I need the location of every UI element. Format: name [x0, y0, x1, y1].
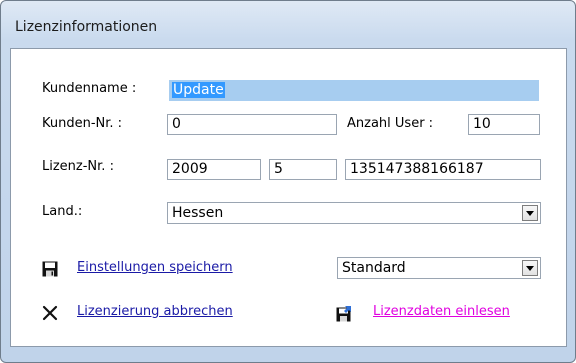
floppy-arrow-icon[interactable]	[336, 306, 352, 322]
lizenznr-label: Lizenz-Nr. :	[42, 159, 114, 174]
save-settings-link[interactable]: Einstellungen speichern	[77, 260, 233, 275]
kundenname-input[interactable]: Update	[169, 80, 539, 101]
read-license-data-link[interactable]: Lizenzdaten einlesen	[373, 304, 510, 319]
profile-dropdown-button[interactable]	[522, 260, 538, 276]
license-panel: Kundenname : Update Kunden-Nr. : 0 Anzah…	[10, 48, 567, 347]
lizenznr-part1-input[interactable]: 2009	[167, 159, 261, 180]
x-icon[interactable]	[42, 305, 58, 321]
kundennr-label: Kunden-Nr. :	[42, 116, 123, 131]
anzahl-user-label: Anzahl User :	[347, 116, 434, 131]
profile-value: Standard	[342, 260, 406, 276]
license-dialog: Lizenzinformationen Kundenname : Update …	[0, 0, 576, 363]
cancel-licensing-link[interactable]: Lizenzierung abbrechen	[77, 304, 233, 319]
kundenname-value: Update	[172, 82, 225, 98]
profile-select[interactable]: Standard	[337, 257, 541, 279]
kundenname-label: Kundenname :	[42, 81, 137, 96]
land-select[interactable]: Hessen	[167, 202, 541, 224]
dialog-title: Lizenzinformationen	[15, 19, 158, 35]
kundennr-input[interactable]: 0	[167, 114, 337, 135]
floppy-disk-icon[interactable]	[42, 261, 58, 277]
land-value: Hessen	[172, 205, 224, 221]
lizenznr-part3-input[interactable]: 135147388166187	[345, 159, 541, 180]
land-dropdown-button[interactable]	[522, 205, 538, 221]
anzahl-user-input[interactable]: 10	[468, 114, 540, 135]
lizenznr-part2-input[interactable]: 5	[269, 159, 337, 180]
land-label: Land.:	[42, 204, 83, 219]
